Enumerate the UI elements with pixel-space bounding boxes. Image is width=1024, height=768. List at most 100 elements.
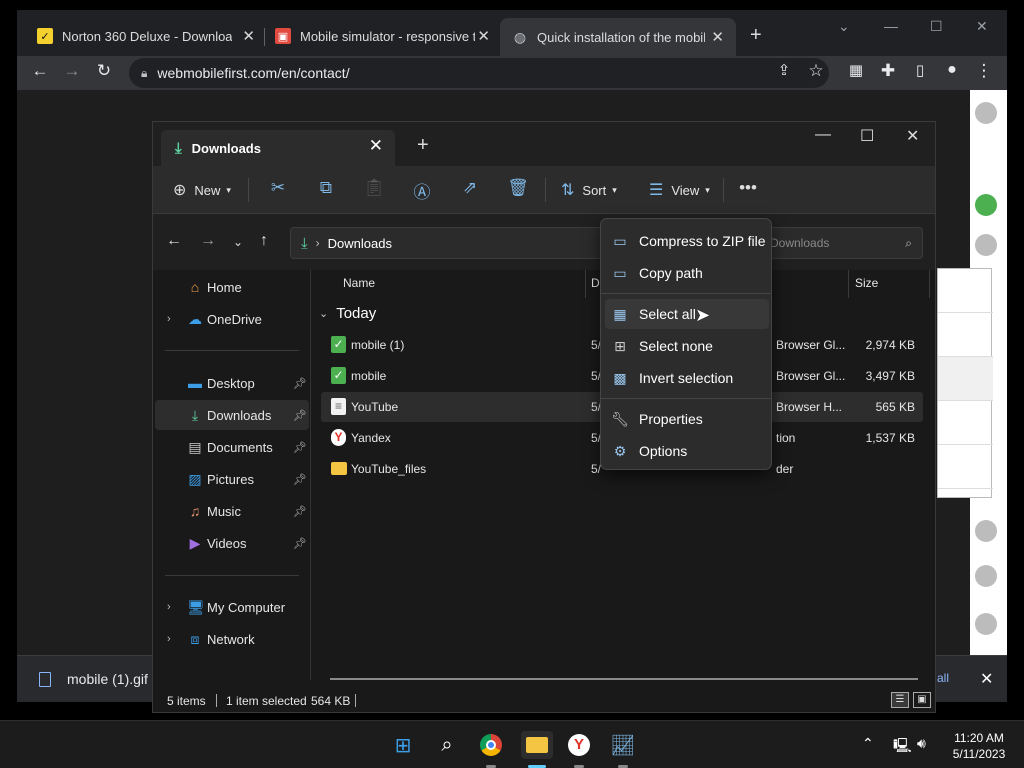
settings-circle-icon[interactable] xyxy=(975,613,997,635)
close-tab-icon[interactable]: ✕ xyxy=(711,28,724,46)
address-bar[interactable]: 🔒︎ webmobilefirst.com/en/contact/ xyxy=(129,58,829,88)
menu-item-copy-path[interactable]: ▭ Copy path xyxy=(605,258,769,288)
pin-icon[interactable]: 📌︎ xyxy=(293,377,307,390)
menu-item-select-none[interactable]: ⊞ Select none xyxy=(605,331,769,361)
new-button[interactable]: ⊕ New ▾ xyxy=(173,180,231,200)
pin-icon[interactable]: 📌︎ xyxy=(293,505,307,518)
chevron-right-icon[interactable]: › xyxy=(167,601,171,613)
close-tab-icon[interactable]: ✕ xyxy=(477,27,490,45)
menu-item-select-all[interactable]: ▦ Select all xyxy=(605,299,769,329)
delete-icon[interactable]: 🗑︎ xyxy=(507,178,529,198)
back-icon[interactable]: ← xyxy=(166,232,182,250)
tab-search-icon[interactable]: ⌄ xyxy=(838,18,850,35)
reload-icon[interactable]: ↻ xyxy=(93,61,115,81)
column-header-name[interactable]: Name xyxy=(343,276,375,290)
column-header-date[interactable]: D xyxy=(591,276,600,290)
menu-item-compress[interactable]: ▭ Compress to ZIP file xyxy=(605,226,769,256)
close-window-icon[interactable]: ✕ xyxy=(976,18,988,35)
panel-row[interactable] xyxy=(938,357,993,401)
view-button[interactable]: ☰ View ▾ xyxy=(649,180,710,200)
close-circle-icon[interactable] xyxy=(975,102,997,124)
panel-row[interactable] xyxy=(938,269,993,313)
extension-icon[interactable]: ▦ xyxy=(845,61,867,79)
network-status-icon[interactable]: 🖳︎ xyxy=(893,735,912,759)
group-header-today[interactable]: ⌄ Today xyxy=(319,305,376,322)
show-all-link[interactable]: all xyxy=(937,671,949,685)
sidebar-item-onedrive[interactable]: › ☁ OneDrive xyxy=(155,304,309,334)
volume-icon[interactable]: 🔊︎ xyxy=(917,735,926,752)
profile-icon[interactable]: ● xyxy=(941,61,963,79)
copy-icon[interactable]: ⧉ xyxy=(315,178,337,198)
browser-tab-norton[interactable]: ✓ Norton 360 Deluxe - Download ✕ xyxy=(37,22,255,50)
share-icon[interactable]: ⇪ xyxy=(773,61,795,79)
tiles-view-icon[interactable]: ▣ xyxy=(913,692,931,708)
close-download-bar-icon[interactable]: ✕ xyxy=(980,669,993,689)
back-icon[interactable]: ← xyxy=(29,61,51,81)
minimize-icon[interactable]: — xyxy=(884,18,898,34)
chevron-right-icon[interactable]: › xyxy=(167,313,171,325)
details-view-icon[interactable]: ☰ xyxy=(891,692,909,708)
column-divider[interactable] xyxy=(848,270,849,298)
puzzle-icon[interactable]: ✚ xyxy=(877,61,899,81)
share-icon[interactable]: ⇗ xyxy=(459,178,481,198)
forward-icon[interactable]: → xyxy=(61,61,83,81)
close-tab-icon[interactable]: ✕ xyxy=(242,27,255,45)
menu-dots-icon[interactable]: ⋮ xyxy=(973,61,995,81)
chevron-right-icon[interactable]: › xyxy=(167,633,171,645)
browser-tab-quick-installation[interactable]: ◍ Quick installation of the mobile ✕ xyxy=(500,18,736,56)
chrome-icon[interactable] xyxy=(477,731,505,759)
explorer-tab-downloads[interactable]: ⤓ Downloads ✕ xyxy=(161,130,395,166)
clock[interactable]: 11:20 AM 5/11/2023 xyxy=(944,730,1014,762)
sidebar-item-videos[interactable]: ▶ Videos 📌︎ xyxy=(155,528,309,558)
bookmark-star-icon[interactable]: ☆ xyxy=(805,61,827,81)
sidebar-item-network[interactable]: › ⧈ Network xyxy=(155,624,309,654)
search-input[interactable]: Downloads ⌕ xyxy=(761,227,923,259)
column-header-size[interactable]: Size xyxy=(855,276,878,290)
sidebar-item-music[interactable]: ♫ Music 📌︎ xyxy=(155,496,309,526)
show-hidden-icons-icon[interactable]: ⌃ xyxy=(862,735,874,752)
yandex-icon[interactable]: Y xyxy=(565,731,593,759)
pin-icon[interactable]: 📌︎ xyxy=(293,409,307,422)
address-bar[interactable]: ⤓ › Downloads xyxy=(290,227,610,259)
forward-icon[interactable]: → xyxy=(200,232,216,250)
maximize-icon[interactable]: ☐ xyxy=(930,18,943,35)
pin-icon[interactable]: 📌︎ xyxy=(293,441,307,454)
sidebar-item-documents[interactable]: ▤ Documents 📌︎ xyxy=(155,432,309,462)
minimize-icon[interactable]: — xyxy=(815,126,831,144)
search-icon[interactable]: ⌕ xyxy=(433,731,461,759)
more-options-icon[interactable]: ••• xyxy=(737,178,759,198)
menu-item-options[interactable]: ⚙ Options xyxy=(605,436,769,466)
refresh-circle-icon[interactable] xyxy=(975,234,997,256)
sidebar-item-downloads[interactable]: ⤓ Downloads 📌︎ xyxy=(155,400,309,430)
paste-icon[interactable]: 📋︎ xyxy=(363,178,385,198)
column-divider[interactable] xyxy=(585,270,586,298)
panel-row[interactable] xyxy=(938,313,993,357)
share-circle-icon[interactable] xyxy=(975,520,997,542)
help-circle-icon[interactable] xyxy=(975,565,997,587)
green-circle-icon[interactable] xyxy=(975,194,997,216)
side-panel-icon[interactable]: ▯ xyxy=(909,61,931,79)
system-monitor-icon[interactable]: 📈︎ xyxy=(609,731,637,759)
browser-tab-mobile-simulator[interactable]: ▣ Mobile simulator - responsive te ✕ xyxy=(275,22,490,50)
panel-row[interactable] xyxy=(938,445,993,489)
pin-icon[interactable]: 📌︎ xyxy=(293,473,307,486)
column-divider[interactable] xyxy=(929,270,930,298)
sort-button[interactable]: ⇅ Sort ▾ xyxy=(561,180,617,200)
new-tab-icon[interactable]: + xyxy=(417,134,429,157)
menu-item-properties[interactable]: 🔧︎ Properties xyxy=(605,404,769,434)
recent-locations-icon[interactable]: ⌄ xyxy=(233,235,243,249)
menu-item-invert-selection[interactable]: ▩ Invert selection xyxy=(605,363,769,393)
horizontal-scrollbar[interactable] xyxy=(330,678,918,680)
cut-icon[interactable]: ✂ xyxy=(267,178,289,198)
download-item[interactable]: mobile (1).gif xyxy=(39,671,148,687)
sidebar-item-home[interactable]: ⌂ Home xyxy=(155,272,309,302)
pin-icon[interactable]: 📌︎ xyxy=(293,537,307,550)
maximize-icon[interactable]: ☐ xyxy=(860,126,874,146)
rename-icon[interactable]: Ⓐ xyxy=(411,178,433,203)
new-tab-icon[interactable]: + xyxy=(750,24,762,47)
close-tab-icon[interactable]: ✕ xyxy=(369,136,383,156)
up-icon[interactable]: ↑ xyxy=(260,232,268,250)
file-explorer-icon[interactable] xyxy=(521,731,553,759)
close-window-icon[interactable]: ✕ xyxy=(906,126,919,146)
sidebar-item-pictures[interactable]: ▨ Pictures 📌︎ xyxy=(155,464,309,494)
